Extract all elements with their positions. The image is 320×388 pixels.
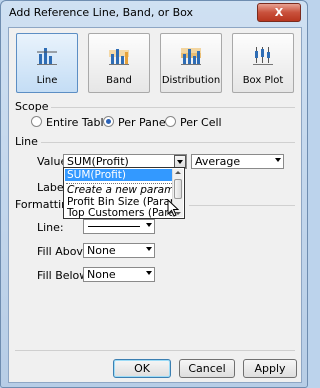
box-plot-type-button[interactable]: Box Plot — [232, 33, 294, 93]
band-type-label: Band — [106, 75, 132, 86]
box-plot-icon — [252, 44, 274, 69]
fill-above-select[interactable]: None — [83, 243, 155, 258]
close-button[interactable]: X — [257, 3, 301, 22]
dropdown-item-create-parameter[interactable]: Create a new parameter... — [65, 184, 175, 196]
cancel-button[interactable]: Cancel — [179, 359, 235, 378]
radio-indicator — [31, 116, 42, 127]
band-chart-icon — [108, 44, 130, 69]
line-divider — [41, 142, 295, 143]
dropdown-item-top-customers[interactable]: Top Customers (Parameters) — [65, 207, 175, 219]
dialog-title: Add Reference Line, Band, or Box — [9, 6, 194, 19]
apply-button[interactable]: Apply — [243, 359, 297, 378]
dialog-window: Add Reference Line, Band, or Box X Line — [0, 0, 308, 388]
scope-divider — [51, 107, 295, 108]
fill-above-select-text: None — [87, 244, 116, 257]
button-divider — [15, 350, 295, 351]
scope-entire-table-label: Entire Table — [46, 116, 111, 129]
scope-per-cell-label: Per Cell — [180, 116, 222, 129]
scope-per-pane-radio[interactable]: Per Pane — [103, 116, 166, 129]
scope-header: Scope — [15, 100, 49, 113]
distribution-type-label: Distribution — [161, 75, 221, 86]
fill-below-select[interactable]: None — [83, 267, 155, 282]
aggregation-select[interactable]: Average — [191, 154, 284, 169]
line-type-button[interactable]: Line — [16, 33, 78, 93]
band-type-button[interactable]: Band — [88, 33, 150, 93]
distribution-chart-icon — [180, 44, 202, 69]
chevron-down-icon — [146, 247, 152, 251]
line-style-select[interactable] — [83, 219, 155, 234]
format-line-label: Line: — [37, 221, 64, 234]
distribution-type-button[interactable]: Distribution — [160, 33, 222, 93]
chevron-down-icon — [275, 158, 281, 162]
scroll-up-icon[interactable] — [173, 169, 183, 177]
chevron-down-icon — [146, 223, 152, 227]
line-style-preview — [88, 226, 140, 227]
radio-indicator — [165, 116, 176, 127]
mouse-pointer-icon — [167, 199, 179, 217]
radio-indicator — [103, 116, 114, 127]
scope-per-cell-radio[interactable]: Per Cell — [165, 116, 222, 129]
box-plot-type-label: Box Plot — [242, 75, 284, 86]
fill-below-select-text: None — [87, 268, 116, 281]
scope-per-pane-label: Per Pane — [118, 116, 166, 129]
title-bar[interactable]: Add Reference Line, Band, or Box X — [1, 1, 307, 25]
aggregation-select-text: Average — [195, 155, 241, 168]
scope-entire-table-radio[interactable]: Entire Table — [31, 116, 110, 129]
line-type-label: Line — [36, 75, 58, 86]
dropdown-item-sum-profit[interactable]: SUM(Profit) — [65, 169, 175, 181]
formatting-divider — [189, 205, 295, 206]
reference-type-group: Line Band Distribution Box Plot — [16, 33, 296, 101]
ok-button[interactable]: OK — [113, 359, 171, 378]
chevron-down-icon — [146, 271, 152, 275]
line-header: Line — [15, 135, 38, 148]
scroll-thumb[interactable] — [174, 179, 182, 199]
line-chart-icon — [36, 44, 58, 69]
